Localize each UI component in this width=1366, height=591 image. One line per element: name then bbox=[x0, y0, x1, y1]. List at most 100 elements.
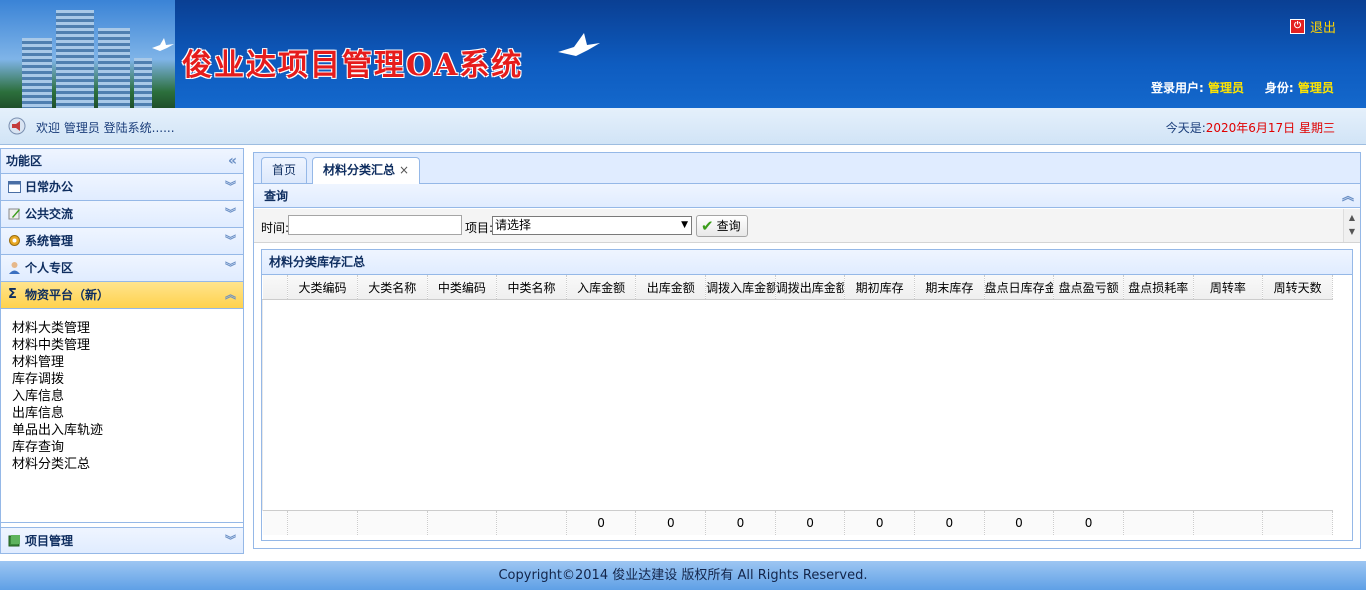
sidebar-section-label: 系统管理 bbox=[25, 234, 74, 248]
column-header[interactable]: 中类编码 bbox=[427, 275, 498, 300]
sidebar-header: 功能区 « bbox=[1, 149, 243, 174]
chevron-down-icon: ︾ bbox=[225, 534, 236, 547]
time-input[interactable] bbox=[288, 215, 462, 235]
role-label: 身份: bbox=[1264, 81, 1294, 95]
menu-item-category-middle[interactable]: 材料中类管理 bbox=[12, 337, 243, 354]
column-header[interactable]: 盘点日库存金额 bbox=[984, 275, 1055, 300]
footer-cell: 0 bbox=[844, 510, 915, 535]
row-number-header bbox=[262, 275, 289, 300]
tab-bar: 首页 材料分类汇总 × bbox=[254, 153, 1360, 184]
menu-item-item-track[interactable]: 单品出入库轨迹 bbox=[12, 422, 243, 439]
grid-title: 材料分类库存汇总 bbox=[262, 250, 1352, 275]
user-label: 登录用户: bbox=[1151, 81, 1204, 95]
sidebar-section-personal[interactable]: 个人专区 ︾ bbox=[1, 255, 243, 282]
project-label: 项目: bbox=[465, 221, 494, 235]
footer-cell bbox=[427, 510, 498, 535]
today-label: 今天是: bbox=[1165, 121, 1206, 135]
sigma-icon: Σ bbox=[8, 287, 17, 302]
footer-cell: 0 bbox=[566, 510, 637, 535]
scroll-down-icon[interactable]: ▼ bbox=[1344, 227, 1360, 237]
menu-item-category-summary[interactable]: 材料分类汇总 bbox=[12, 456, 243, 473]
materials-menu: 材料大类管理 材料中类管理 材料管理 库存调拨 入库信息 出库信息 单品出入库轨… bbox=[1, 309, 243, 523]
column-header[interactable]: 大类名称 bbox=[357, 275, 428, 300]
column-header[interactable]: 盘点损耗率 bbox=[1123, 275, 1194, 300]
tab-home[interactable]: 首页 bbox=[261, 157, 308, 183]
close-icon[interactable]: × bbox=[399, 163, 409, 177]
summary-table: 大类编码 大类名称 中类编码 中类名称 入库金额 出库金额 调拨入库金额 调拨出… bbox=[262, 275, 1333, 535]
column-header[interactable]: 调拨出库金额 bbox=[775, 275, 846, 300]
collapse-left-icon[interactable]: « bbox=[228, 149, 237, 173]
logout-button[interactable]: ⏻ 退出 bbox=[1290, 17, 1336, 36]
tab-label: 首页 bbox=[272, 163, 297, 177]
column-header[interactable]: 出库金额 bbox=[635, 275, 707, 300]
sidebar-section-label: 日常办公 bbox=[25, 180, 74, 194]
query-form: 时间: 项目: 请选择 ▼ ✔ 查询 bbox=[254, 209, 1360, 243]
menu-item-outbound[interactable]: 出库信息 bbox=[12, 405, 243, 422]
query-title: 查询 bbox=[264, 189, 289, 203]
column-header[interactable]: 周转率 bbox=[1193, 275, 1264, 300]
column-header[interactable]: 入库金额 bbox=[566, 275, 637, 300]
footer-cell: 0 bbox=[984, 510, 1055, 535]
pencil-icon bbox=[8, 208, 20, 220]
table-footer-row: 0 0 0 0 0 0 0 0 bbox=[262, 510, 1333, 535]
chevron-down-icon: ︾ bbox=[225, 180, 236, 193]
sidebar-section-system-management[interactable]: 系统管理 ︾ bbox=[1, 228, 243, 255]
menu-item-stock-transfer[interactable]: 库存调拨 bbox=[12, 371, 243, 388]
query-scrollbar[interactable]: ▲ ▼ bbox=[1343, 209, 1360, 242]
footer-cell bbox=[1193, 510, 1264, 535]
sidebar-section-daily-office[interactable]: 日常办公 ︾ bbox=[1, 174, 243, 201]
footer-cell bbox=[357, 510, 428, 535]
footer-cell bbox=[1262, 510, 1333, 535]
query-button-label: 查询 bbox=[716, 219, 741, 233]
building-image bbox=[0, 0, 175, 108]
chevron-down-icon: ︾ bbox=[225, 207, 236, 220]
user-value: 管理员 bbox=[1208, 81, 1245, 95]
welcome-message: 欢迎 管理员 登陆系统...... bbox=[36, 121, 175, 135]
menu-item-inbound[interactable]: 入库信息 bbox=[12, 388, 243, 405]
person-icon bbox=[9, 262, 20, 274]
footer-cell: 0 bbox=[914, 510, 985, 535]
menu-item-category-major[interactable]: 材料大类管理 bbox=[12, 320, 243, 337]
sidebar-section-materials-platform[interactable]: Σ 物资平台（新） ︽ bbox=[1, 282, 243, 309]
column-header[interactable]: 期初库存 bbox=[844, 275, 915, 300]
scroll-up-icon[interactable]: ▲ bbox=[1344, 213, 1360, 223]
chevron-up-icon: ︽ bbox=[225, 288, 236, 301]
sidebar-section-project-management[interactable]: 项目管理 ︾ bbox=[1, 527, 243, 553]
sidebar-section-label: 物资平台（新） bbox=[25, 288, 110, 302]
column-header[interactable]: 期末库存 bbox=[914, 275, 985, 300]
table-body-empty bbox=[262, 299, 1333, 511]
project-select[interactable]: 请选择 ▼ bbox=[492, 216, 692, 235]
column-header[interactable]: 大类编码 bbox=[287, 275, 358, 300]
column-header[interactable]: 调拨入库金额 bbox=[705, 275, 776, 300]
menu-item-stock-query[interactable]: 库存查询 bbox=[12, 439, 243, 456]
footer-cell: 0 bbox=[1053, 510, 1124, 535]
megaphone-icon bbox=[8, 117, 26, 135]
gear-icon bbox=[9, 235, 20, 246]
role-value: 管理员 bbox=[1297, 81, 1334, 95]
menu-item-materials[interactable]: 材料管理 bbox=[12, 354, 243, 371]
page-footer: Copyright©2014 俊业达建设 版权所有 All Rights Res… bbox=[0, 561, 1366, 590]
collapse-up-icon[interactable]: ︽ bbox=[1342, 184, 1354, 208]
sidebar-section-public-exchange[interactable]: 公共交流 ︾ bbox=[1, 201, 243, 228]
footer-cell: 0 bbox=[705, 510, 776, 535]
book-icon bbox=[8, 535, 20, 547]
table-header-row: 大类编码 大类名称 中类编码 中类名称 入库金额 出库金额 调拨入库金额 调拨出… bbox=[262, 275, 1333, 300]
sidebar-section-label: 项目管理 bbox=[25, 534, 74, 548]
time-label: 时间: bbox=[261, 221, 290, 235]
sidebar-section-label: 个人专区 bbox=[25, 261, 74, 275]
dove-icon bbox=[150, 36, 176, 59]
calendar-icon bbox=[8, 181, 21, 193]
tab-material-category-summary[interactable]: 材料分类汇总 × bbox=[312, 157, 421, 184]
footer-cell: 0 bbox=[775, 510, 846, 535]
system-title: 俊业达项目管理OA系统 bbox=[182, 48, 524, 83]
footer-cell: 0 bbox=[635, 510, 707, 535]
sidebar: 功能区 « 日常办公 ︾ 公共交流 ︾ 系统管理 ︾ 个人专区 ︾ Σ 物资平台… bbox=[0, 148, 244, 554]
logout-label: 退出 bbox=[1310, 21, 1337, 36]
footer-cell bbox=[496, 510, 567, 535]
footer-cell bbox=[262, 510, 289, 535]
column-header[interactable]: 盘点盈亏额 bbox=[1053, 275, 1124, 300]
column-header[interactable]: 周转天数 bbox=[1262, 275, 1333, 300]
column-header[interactable]: 中类名称 bbox=[496, 275, 567, 300]
copyright-text: Copyright©2014 俊业达建设 版权所有 All Rights Res… bbox=[498, 568, 868, 583]
query-button[interactable]: ✔ 查询 bbox=[696, 215, 748, 237]
